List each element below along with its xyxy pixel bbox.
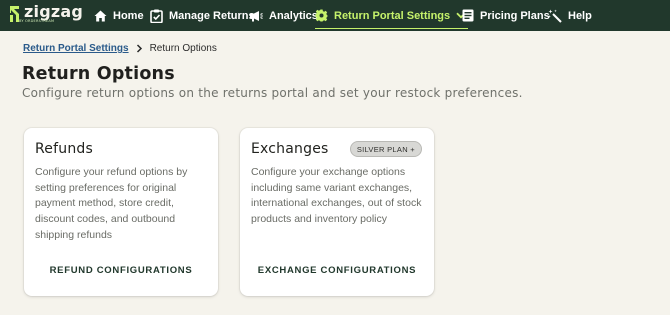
home-icon: [94, 10, 107, 21]
nav-item-pricing-plans[interactable]: Pricing Plans: [462, 0, 550, 31]
exchange-configurations-button[interactable]: EXCHANGE CONFIGURATIONS: [240, 265, 434, 276]
breadcrumb-link-return-portal-settings[interactable]: Return Portal Settings: [23, 43, 129, 54]
nav-item-home[interactable]: Home: [94, 0, 144, 31]
nav-item-return-portal-settings[interactable]: Return Portal Settings: [315, 0, 469, 31]
nav-item-label: Return Portal Settings: [334, 9, 451, 22]
refunds-card: Refunds Configure your refund options by…: [24, 128, 218, 296]
nav-item-analytics[interactable]: Analytics: [249, 0, 318, 31]
plan-badge: SILVER PLAN +: [349, 141, 422, 157]
nav-item-help[interactable]: Help: [548, 0, 592, 31]
card-title: Refunds: [35, 141, 93, 157]
refund-configurations-button[interactable]: REFUND CONFIGURATIONS: [24, 265, 218, 276]
breadcrumb: Return Portal Settings Return Options: [23, 43, 217, 54]
document-icon: [462, 9, 474, 22]
nav-item-manage-returns[interactable]: Manage Returns: [150, 0, 255, 31]
nav-item-label: Analytics: [269, 9, 318, 22]
brand-tagline: BY ORDERSTREAM: [19, 19, 55, 23]
nav-item-label: Pricing Plans: [480, 9, 550, 22]
megaphone-icon: [250, 10, 263, 21]
page-title: Return Options: [22, 64, 175, 84]
nav-item-label: Home: [113, 9, 144, 22]
top-nav-bar: zigzag BY ORDERSTREAM Home Manage Return…: [0, 0, 670, 31]
magic-wand-icon: [548, 9, 562, 23]
nav-item-label: Help: [568, 9, 592, 22]
card-description: Configure your refund options by setting…: [35, 166, 188, 241]
nav-item-label: Manage Returns: [169, 9, 255, 22]
card-description: Configure your exchange options includin…: [251, 166, 422, 226]
chevron-right-icon: [136, 44, 142, 53]
card-title: Exchanges: [251, 141, 329, 157]
page-subtitle: Configure return options on the returns …: [22, 86, 523, 100]
gear-icon: [315, 9, 328, 22]
breadcrumb-current: Return Options: [149, 43, 217, 54]
exchanges-card: Exchanges SILVER PLAN + Configure your e…: [240, 128, 434, 296]
clipboard-icon: [150, 9, 163, 23]
